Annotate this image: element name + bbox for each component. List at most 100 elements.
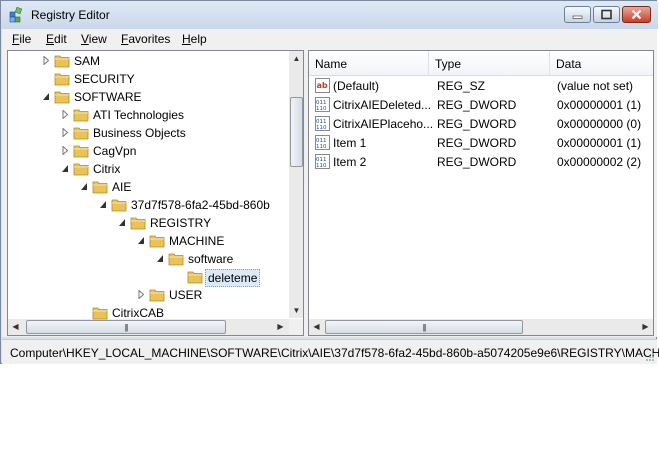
value-data: 0x00000002 (2) bbox=[557, 155, 642, 169]
value-data: (value not set) bbox=[557, 79, 634, 93]
folder-icon bbox=[54, 55, 70, 68]
current-key-path: Computer\HKEY_LOCAL_MACHINE\SOFTWARE\Cit… bbox=[10, 346, 659, 360]
scroll-down-arrow-icon[interactable]: ▼ bbox=[289, 303, 303, 318]
svg-text:110: 110 bbox=[316, 106, 327, 112]
menu-favorites[interactable]: Favorites bbox=[121, 32, 170, 46]
value-row[interactable]: 011 110 Item 1 REG_DWORD 0x00000001 (1) bbox=[309, 134, 653, 152]
collapsed-triangle-icon[interactable] bbox=[137, 290, 145, 299]
minimize-button[interactable] bbox=[564, 6, 591, 23]
tree-node-label: SAM bbox=[74, 54, 101, 68]
scroll-left-arrow-icon[interactable]: ◀ bbox=[8, 319, 23, 334]
folder-icon bbox=[73, 127, 89, 140]
value-row[interactable]: 011 110 CitrixAIEDeleted... REG_DWORD 0x0000… bbox=[309, 96, 653, 114]
column-header-type[interactable]: Type bbox=[429, 51, 550, 75]
title-bar[interactable]: Registry Editor bbox=[1, 1, 658, 29]
binary-value-icon: 011110 bbox=[315, 135, 330, 150]
list-horizontal-scroll-thumb[interactable]: ||| bbox=[325, 320, 523, 334]
value-name: (Default) bbox=[333, 79, 380, 93]
value-row[interactable]: 011 110 Item 2 REG_DWORD 0x00000002 (2) bbox=[309, 153, 653, 171]
tree-vertical-scroll-thumb[interactable] bbox=[290, 97, 303, 167]
list-horizontal-scrollbar[interactable]: ◀ ||| ▶ bbox=[309, 319, 653, 335]
status-bar: Computer\HKEY_LOCAL_MACHINE\SOFTWARE\Cit… bbox=[2, 339, 659, 364]
svg-text:ab: ab bbox=[317, 81, 328, 90]
expanded-triangle-icon[interactable] bbox=[80, 182, 88, 191]
tree-node-label: Business Objects bbox=[93, 126, 186, 140]
tree-node-label: Citrix bbox=[93, 162, 121, 176]
scroll-up-arrow-icon[interactable]: ▲ bbox=[289, 51, 303, 66]
value-type: REG_SZ bbox=[437, 79, 486, 93]
close-button[interactable] bbox=[622, 6, 651, 23]
scroll-right-arrow-icon[interactable]: ▶ bbox=[638, 319, 653, 334]
value-name: CitrixAIEDeleted... bbox=[333, 98, 432, 112]
key-tree-pane[interactable]: ▲ ▼ ◀ ||| ▶ SAM SECURITY SOFTWARE ATI Techn… bbox=[7, 50, 304, 336]
collapsed-triangle-icon[interactable] bbox=[61, 110, 69, 119]
folder-icon bbox=[54, 91, 70, 104]
menu-edit[interactable]: Edit bbox=[46, 32, 67, 46]
binary-value-icon: 011110 bbox=[315, 154, 330, 169]
svg-text:110: 110 bbox=[316, 163, 327, 169]
folder-icon bbox=[149, 289, 165, 302]
tree-node-label: SECURITY bbox=[74, 72, 135, 86]
close-icon bbox=[631, 9, 642, 20]
collapsed-triangle-icon[interactable] bbox=[42, 56, 50, 65]
collapsed-triangle-icon[interactable] bbox=[61, 146, 69, 155]
folder-icon bbox=[92, 307, 108, 320]
list-header: Name Type Data bbox=[309, 51, 653, 76]
tree-vertical-scrollbar[interactable]: ▲ ▼ bbox=[289, 51, 303, 318]
folder-icon bbox=[111, 199, 127, 212]
expanded-triangle-icon[interactable] bbox=[61, 164, 69, 173]
value-type: REG_DWORD bbox=[437, 136, 517, 150]
selected-key-label: deleteme bbox=[205, 269, 261, 287]
maximize-icon bbox=[601, 9, 612, 20]
registry-editor-icon bbox=[9, 7, 23, 23]
registry-editor-window: Registry Editor File Edit View Favorites… bbox=[0, 0, 659, 364]
values-list-pane[interactable]: Name Type Data ab (Default) REG_SZ (value n… bbox=[308, 50, 654, 336]
main-panes: ▲ ▼ ◀ ||| ▶ SAM SECURITY SOFTWARE ATI Techn… bbox=[2, 49, 657, 337]
column-header-data[interactable]: Data bbox=[550, 51, 653, 75]
maximize-button[interactable] bbox=[593, 6, 620, 23]
value-data: 0x00000001 (1) bbox=[557, 136, 642, 150]
collapsed-triangle-icon[interactable] bbox=[61, 128, 69, 137]
value-row[interactable]: ab (Default) REG_SZ (value not set) bbox=[309, 77, 653, 95]
minimize-icon bbox=[572, 15, 583, 19]
value-type: REG_DWORD bbox=[437, 117, 517, 131]
folder-icon bbox=[73, 109, 89, 122]
folder-icon bbox=[130, 217, 146, 230]
expanded-triangle-icon[interactable] bbox=[118, 218, 126, 227]
tree-node-label: software bbox=[188, 252, 234, 266]
folder-icon bbox=[92, 181, 108, 194]
menu-file[interactable]: File bbox=[12, 32, 31, 46]
folder-icon bbox=[168, 253, 184, 266]
folder-icon bbox=[187, 271, 203, 284]
scroll-left-arrow-icon[interactable]: ◀ bbox=[309, 319, 324, 334]
value-row[interactable]: 011 110 CitrixAIEPlaceho... REG_DWORD 0x0000… bbox=[309, 115, 653, 133]
folder-icon bbox=[73, 145, 89, 158]
svg-text:110: 110 bbox=[316, 144, 327, 150]
tree-node-label: CitrixCAB bbox=[112, 306, 165, 320]
folder-icon bbox=[149, 235, 165, 248]
column-header-name[interactable]: Name bbox=[309, 51, 429, 75]
expanded-triangle-icon[interactable] bbox=[99, 200, 107, 209]
expanded-triangle-icon[interactable] bbox=[42, 92, 50, 101]
scroll-corner bbox=[289, 319, 303, 335]
value-type: REG_DWORD bbox=[437, 98, 517, 112]
tree-node-label: MACHINE bbox=[169, 234, 225, 248]
menu-view[interactable]: View bbox=[81, 32, 107, 46]
menu-help[interactable]: Help bbox=[182, 32, 207, 46]
value-type: REG_DWORD bbox=[437, 155, 517, 169]
tree-horizontal-scrollbar[interactable]: ◀ ||| ▶ bbox=[8, 319, 289, 335]
tree-node-label: 37d7f578-6fa2-45bd-860b bbox=[131, 198, 270, 212]
menu-bar: File Edit View Favorites Help bbox=[2, 29, 657, 49]
folder-icon bbox=[54, 73, 70, 86]
value-name: Item 1 bbox=[333, 136, 367, 150]
expanded-triangle-icon[interactable] bbox=[156, 254, 164, 263]
expanded-triangle-icon[interactable] bbox=[137, 236, 145, 245]
tree-horizontal-scroll-thumb[interactable]: ||| bbox=[26, 320, 226, 334]
value-name: Item 2 bbox=[333, 155, 367, 169]
folder-icon bbox=[73, 163, 89, 176]
tree-node-label: USER bbox=[169, 288, 203, 302]
resize-grip-icon[interactable] bbox=[645, 352, 655, 362]
tree-node-label: ATI Technologies bbox=[93, 108, 184, 122]
binary-value-icon: 011110 bbox=[315, 116, 330, 131]
scroll-right-arrow-icon[interactable]: ▶ bbox=[273, 319, 288, 334]
